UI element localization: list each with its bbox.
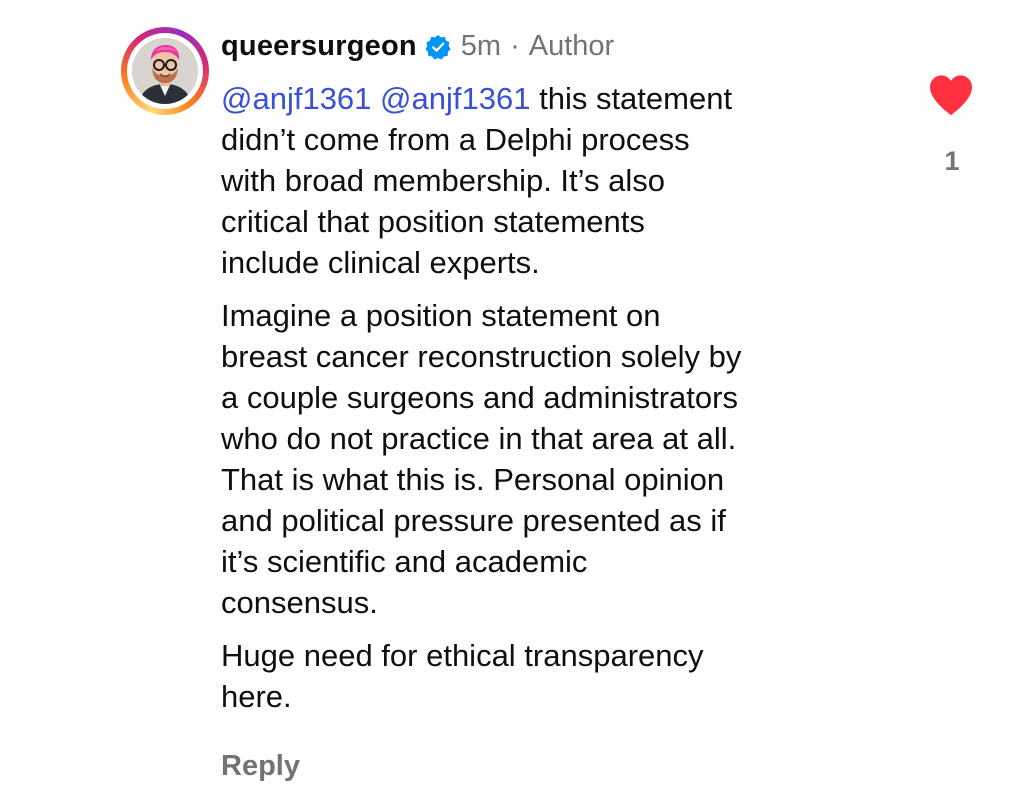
comment-paragraph-2: Imagine a position statement on breast c… (221, 298, 742, 620)
like-count[interactable]: 1 (926, 144, 978, 178)
like-control: 1 (926, 74, 978, 194)
reply-button[interactable]: Reply (221, 746, 300, 786)
comment-header: queersurgeon 5m · Author (221, 28, 614, 64)
heart-icon[interactable] (928, 74, 974, 116)
username-link[interactable]: queersurgeon (221, 28, 417, 64)
comment-paragraph-3: Huge need for ethical transparency here. (221, 638, 704, 714)
comment-body: @anjf1361 @anjf1361 this statement didn’… (221, 78, 901, 729)
avatar-ring-gap (127, 33, 203, 109)
comment-timestamp: 5m (460, 30, 502, 62)
comment: queersurgeon 5m · Author @anjf1361 @anjf… (0, 0, 1024, 806)
verified-badge-icon (425, 33, 451, 60)
avatar[interactable] (132, 38, 198, 104)
comment-paragraph-1: @anjf1361 @anjf1361 this statement didn’… (221, 78, 901, 283)
mention-link[interactable]: @anjf1361 (221, 81, 371, 116)
mention-link[interactable]: @anjf1361 (380, 81, 530, 116)
avatar-story-ring[interactable] (121, 27, 209, 115)
avatar-photo (132, 38, 198, 104)
meta-separator: · (510, 30, 520, 62)
author-label: Author (528, 30, 615, 62)
